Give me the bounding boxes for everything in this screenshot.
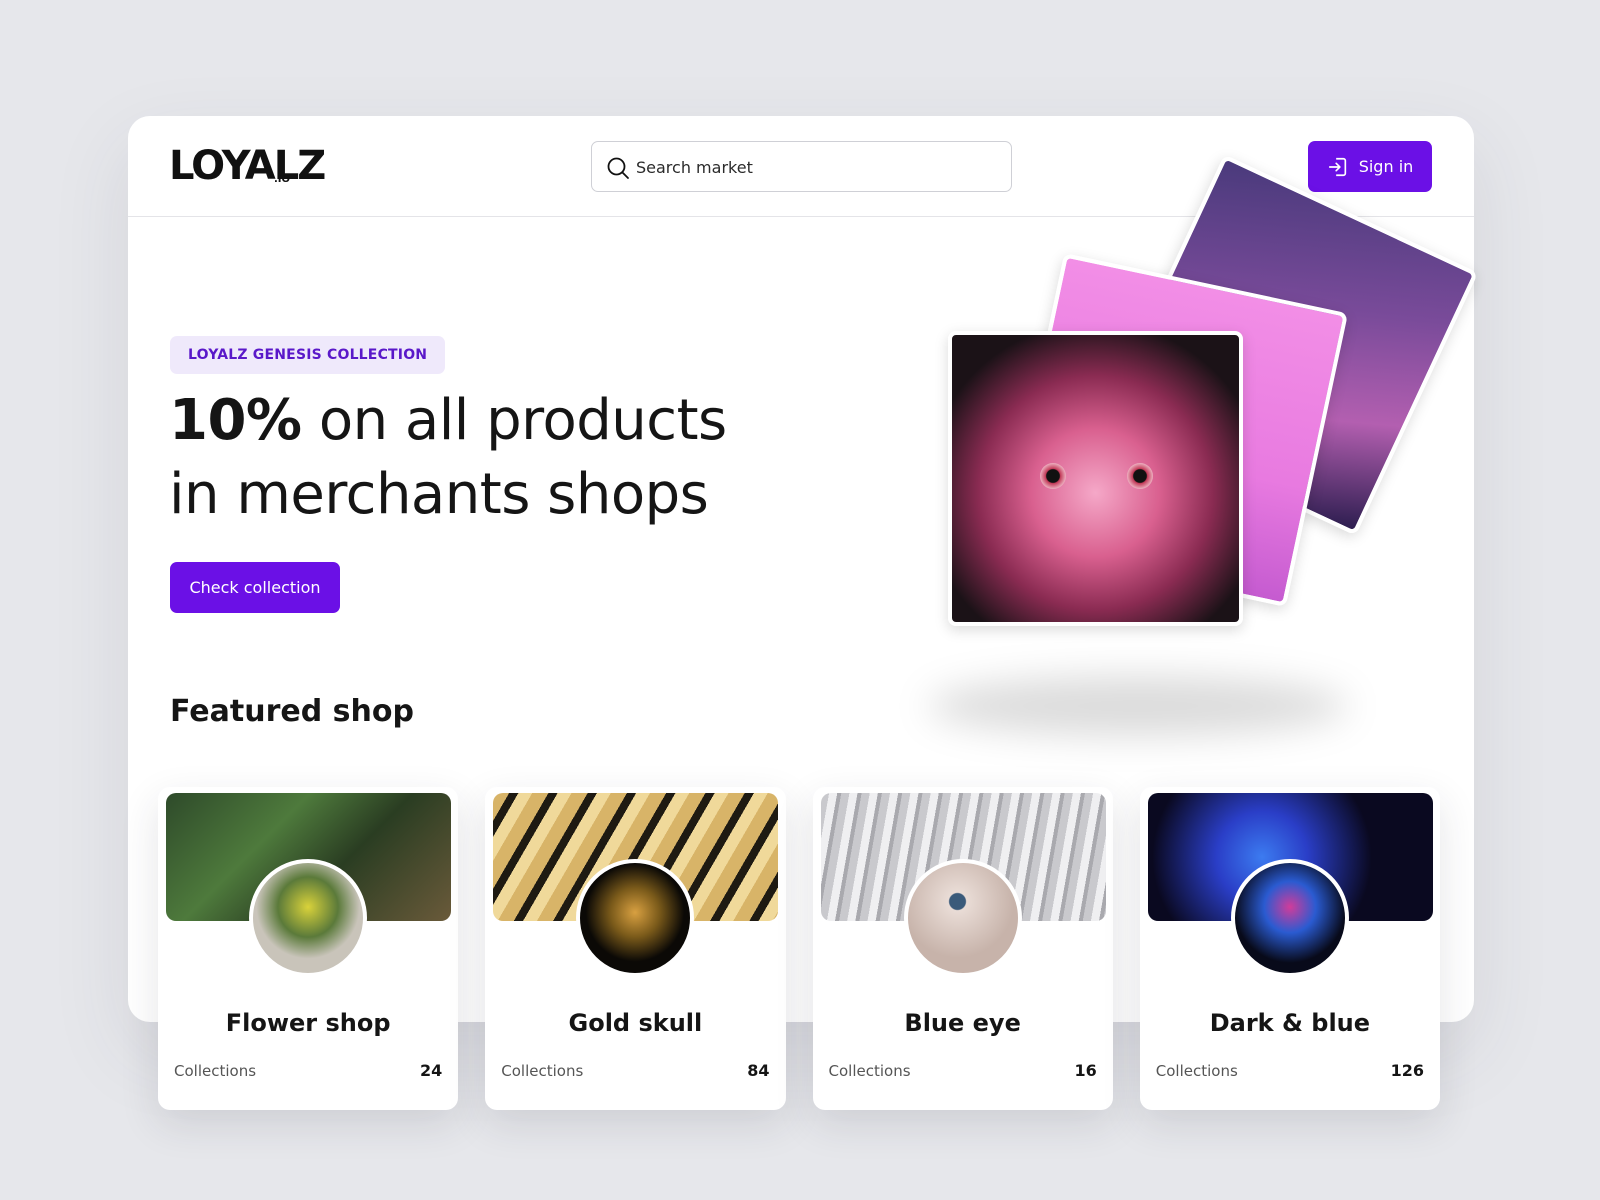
shop-name: Flower shop [225, 1009, 391, 1037]
logo-text: LOYALZ [169, 143, 326, 189]
shop-collections-count: 126 [1390, 1061, 1424, 1080]
hero-headline: 10% on all products in merchants shops [169, 384, 727, 532]
headline-line2: in merchants shops [169, 462, 709, 527]
search-input[interactable] [636, 152, 996, 182]
shop-collections-count: 24 [419, 1061, 443, 1080]
badge-text: LOYALZ GENESIS COLLECTION [188, 347, 428, 363]
shop-name: Dark & blue [1209, 1009, 1371, 1037]
check-collection-button[interactable]: Check collection [170, 562, 340, 613]
shop-collections-label: Collections [501, 1062, 584, 1080]
shop-avatar [903, 859, 1022, 977]
shop-collections-label: Collections [174, 1062, 257, 1080]
shop-collections-count: 16 [1074, 1061, 1097, 1080]
brand-logo[interactable]: LOYALZ [169, 143, 326, 189]
shop-avatar [576, 859, 695, 977]
shop-card-dark-blue[interactable]: Dark & blue Collections 126 [1139, 787, 1440, 1110]
featured-shop-list: Flower shop Collections 24 Gold skull Co… [158, 787, 1440, 1110]
shop-card-gold-skull[interactable]: Gold skull Collections 84 [485, 787, 786, 1110]
shop-name: Gold skull [568, 1009, 703, 1037]
shop-collections-label: Collections [1155, 1062, 1238, 1080]
search-box[interactable] [591, 141, 1012, 192]
featured-shop-title: Featured shop [170, 694, 414, 729]
shop-collections-label: Collections [828, 1062, 911, 1080]
sign-in-label: Sign in [1358, 157, 1414, 176]
shop-avatar [1230, 859, 1349, 977]
top-header: LOYALZ .IO Sign in [128, 116, 1474, 217]
sign-in-icon [1328, 157, 1346, 176]
shop-name: Blue eye [904, 1009, 1021, 1037]
hero-art-shadow [928, 676, 1348, 736]
headline-percent: 10% [169, 388, 302, 453]
collection-badge: LOYALZ GENESIS COLLECTION [170, 336, 446, 374]
shop-avatar [249, 859, 367, 977]
shop-card-flower[interactable]: Flower shop Collections 24 [158, 787, 459, 1110]
logo-suffix: .IO [274, 174, 291, 185]
sign-in-button[interactable]: Sign in [1308, 141, 1432, 192]
search-icon [607, 157, 629, 179]
cta-label: Check collection [189, 578, 321, 597]
shop-card-blue-eye[interactable]: Blue eye Collections 16 [812, 787, 1113, 1110]
shop-collections-count: 84 [747, 1061, 770, 1080]
headline-line1: on all products [301, 388, 727, 453]
